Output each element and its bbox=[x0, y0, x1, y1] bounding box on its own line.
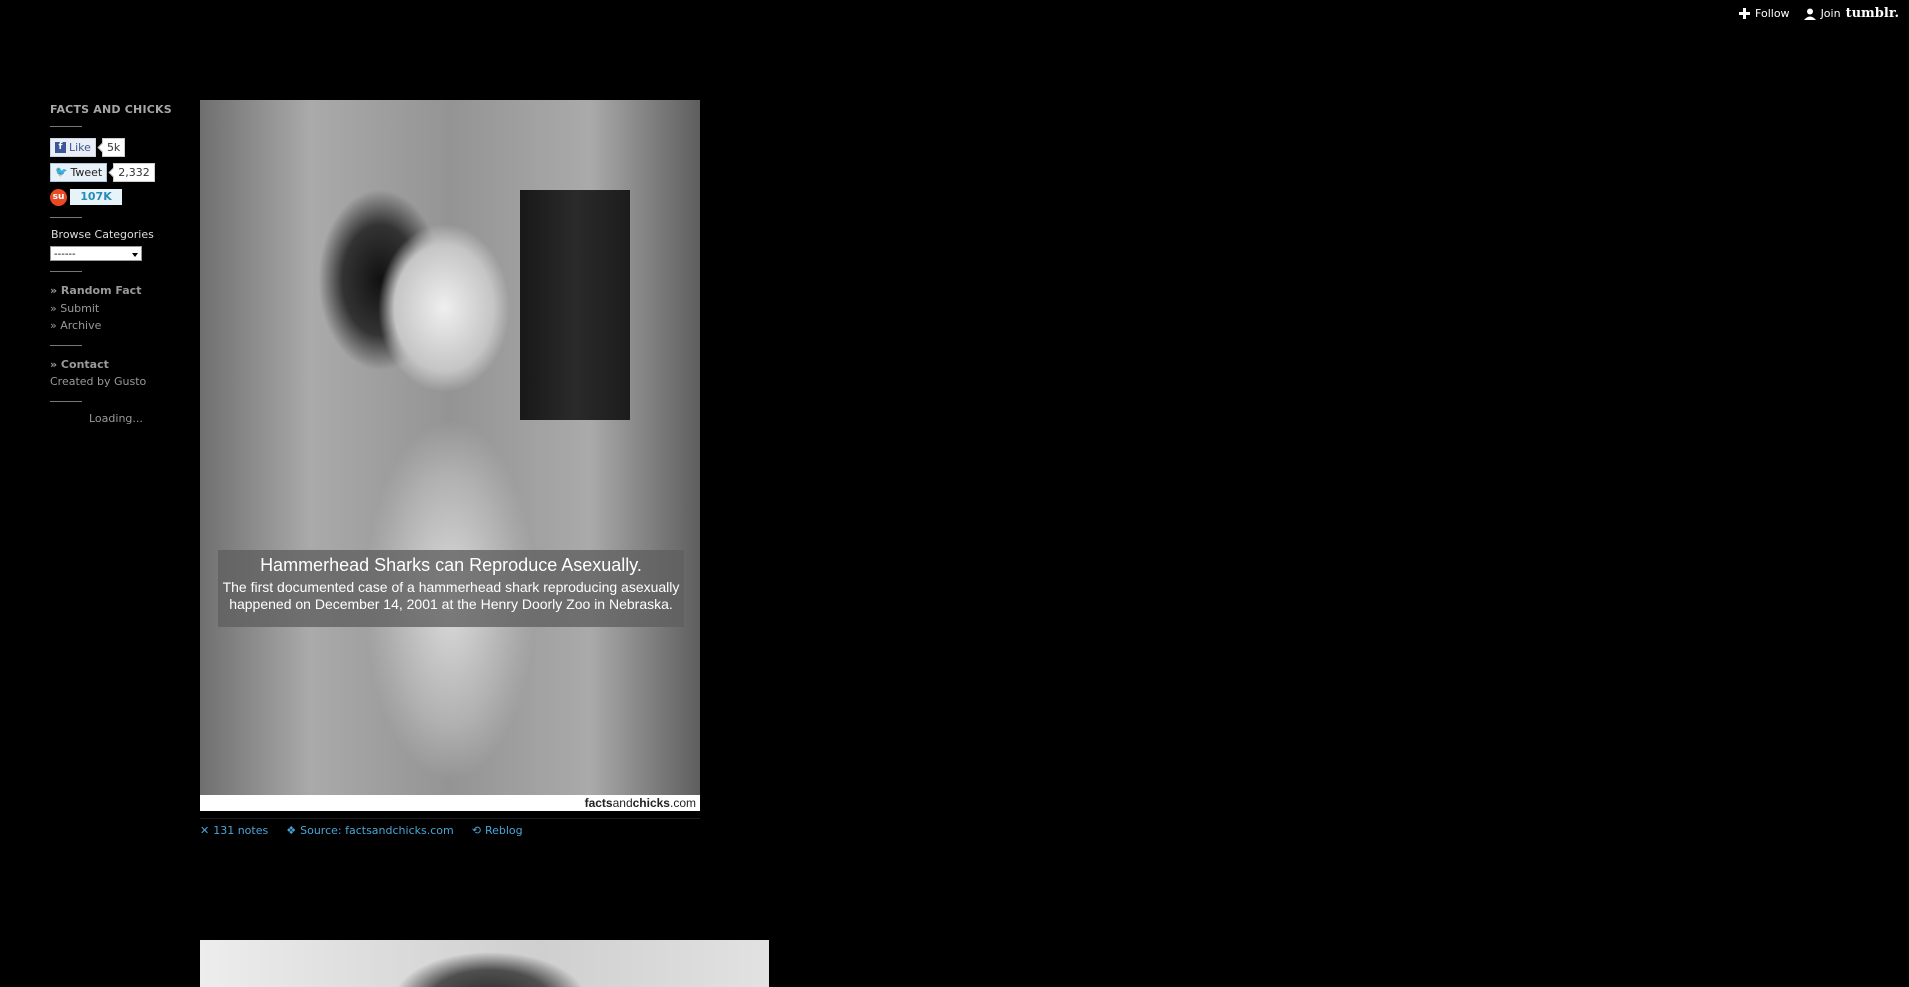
fact-body-line-1: The first documented case of a hammerhea… bbox=[222, 579, 680, 595]
tweet-button[interactable]: 🐦 Tweet bbox=[50, 162, 108, 182]
reblog-label: Reblog bbox=[484, 824, 523, 837]
source-link[interactable]: ❖ Source: factsandchicks.com bbox=[286, 824, 453, 837]
divider bbox=[50, 126, 82, 127]
browse-categories-label: Browse Categories bbox=[51, 228, 154, 241]
watermark-dotcom: .com bbox=[669, 796, 696, 810]
follow-button[interactable]: Follow bbox=[1739, 7, 1790, 20]
submit-link[interactable]: » Submit bbox=[50, 300, 180, 318]
facebook-like-row: f Like 5k bbox=[50, 137, 180, 157]
twitter-bird-icon: 🐦 bbox=[55, 166, 68, 178]
divider bbox=[50, 271, 82, 272]
sidebar: FACTS AND CHICKS f Like 5k 🐦 Tweet 2,332… bbox=[50, 100, 180, 425]
facebook-like-label: Like bbox=[69, 140, 91, 154]
facebook-like-count: 5k bbox=[101, 137, 126, 157]
post-photo[interactable]: Hammerhead Sharks can Reproduce Asexuall… bbox=[200, 100, 700, 811]
notes-link[interactable]: ✕ 131 notes bbox=[200, 824, 268, 837]
tumblr-controls: Follow Join tumblr. bbox=[1739, 6, 1899, 21]
post-meta: ✕ 131 notes ❖ Source: factsandchicks.com… bbox=[200, 824, 700, 837]
photo-doorway bbox=[520, 190, 630, 420]
join-tumblr-button[interactable]: Join tumblr. bbox=[1803, 6, 1899, 21]
stumbleupon-row: su 107K bbox=[50, 187, 180, 207]
tweet-label: Tweet bbox=[70, 165, 103, 179]
divider bbox=[50, 400, 82, 402]
watermark-facts: facts bbox=[584, 796, 613, 810]
reblog-link[interactable]: ⟲ Reblog bbox=[472, 824, 523, 837]
category-select-value: ------ bbox=[54, 249, 76, 260]
site-title[interactable]: FACTS AND CHICKS bbox=[50, 103, 180, 116]
loading-text: Loading... bbox=[89, 411, 143, 425]
fact-title: Hammerhead Sharks can Reproduce Asexuall… bbox=[260, 555, 642, 575]
facebook-icon: f bbox=[55, 141, 66, 153]
contact-link[interactable]: » Contact bbox=[50, 356, 180, 374]
notes-icon: ✕ bbox=[200, 824, 210, 837]
post-divider bbox=[200, 818, 700, 819]
fact-body-line-2: happened on December 14, 2001 at the Hen… bbox=[229, 596, 673, 612]
user-icon bbox=[1803, 8, 1816, 20]
next-post-photo[interactable] bbox=[200, 940, 769, 987]
divider bbox=[50, 344, 82, 346]
reblog-icon: ⟲ bbox=[471, 824, 481, 837]
created-by-link[interactable]: Created by Gusto bbox=[50, 373, 180, 391]
tweet-count: 2,332 bbox=[113, 162, 155, 182]
fact-caption: Hammerhead Sharks can Reproduce Asexuall… bbox=[218, 550, 684, 627]
chevron-down-icon bbox=[132, 253, 138, 257]
photo-watermark: factsandchicks.com bbox=[200, 795, 700, 811]
category-select[interactable]: ------ bbox=[50, 246, 142, 261]
divider bbox=[50, 217, 82, 218]
follow-label: Follow bbox=[1755, 7, 1790, 20]
stumbleupon-count[interactable]: 107K bbox=[70, 189, 122, 205]
watermark-and: and bbox=[612, 796, 633, 810]
source-label: Source: factsandchicks.com bbox=[300, 824, 454, 837]
archive-link[interactable]: » Archive bbox=[50, 317, 180, 335]
join-label: Join bbox=[1820, 7, 1841, 20]
plus-icon bbox=[1739, 8, 1751, 19]
tumblr-logo: tumblr. bbox=[1845, 6, 1899, 21]
fact-body: The first documented case of a hammerhea… bbox=[218, 579, 684, 613]
source-icon: ❖ bbox=[286, 824, 297, 837]
watermark-chicks: chicks bbox=[632, 796, 670, 810]
notes-count: 131 notes bbox=[213, 824, 269, 837]
photo-post: Hammerhead Sharks can Reproduce Asexuall… bbox=[200, 100, 700, 837]
stumbleupon-icon[interactable]: su bbox=[50, 188, 67, 206]
tweet-row: 🐦 Tweet 2,332 bbox=[50, 162, 180, 182]
facebook-like-button[interactable]: f Like bbox=[50, 137, 96, 157]
random-fact-link[interactable]: » Random Fact bbox=[50, 282, 180, 300]
